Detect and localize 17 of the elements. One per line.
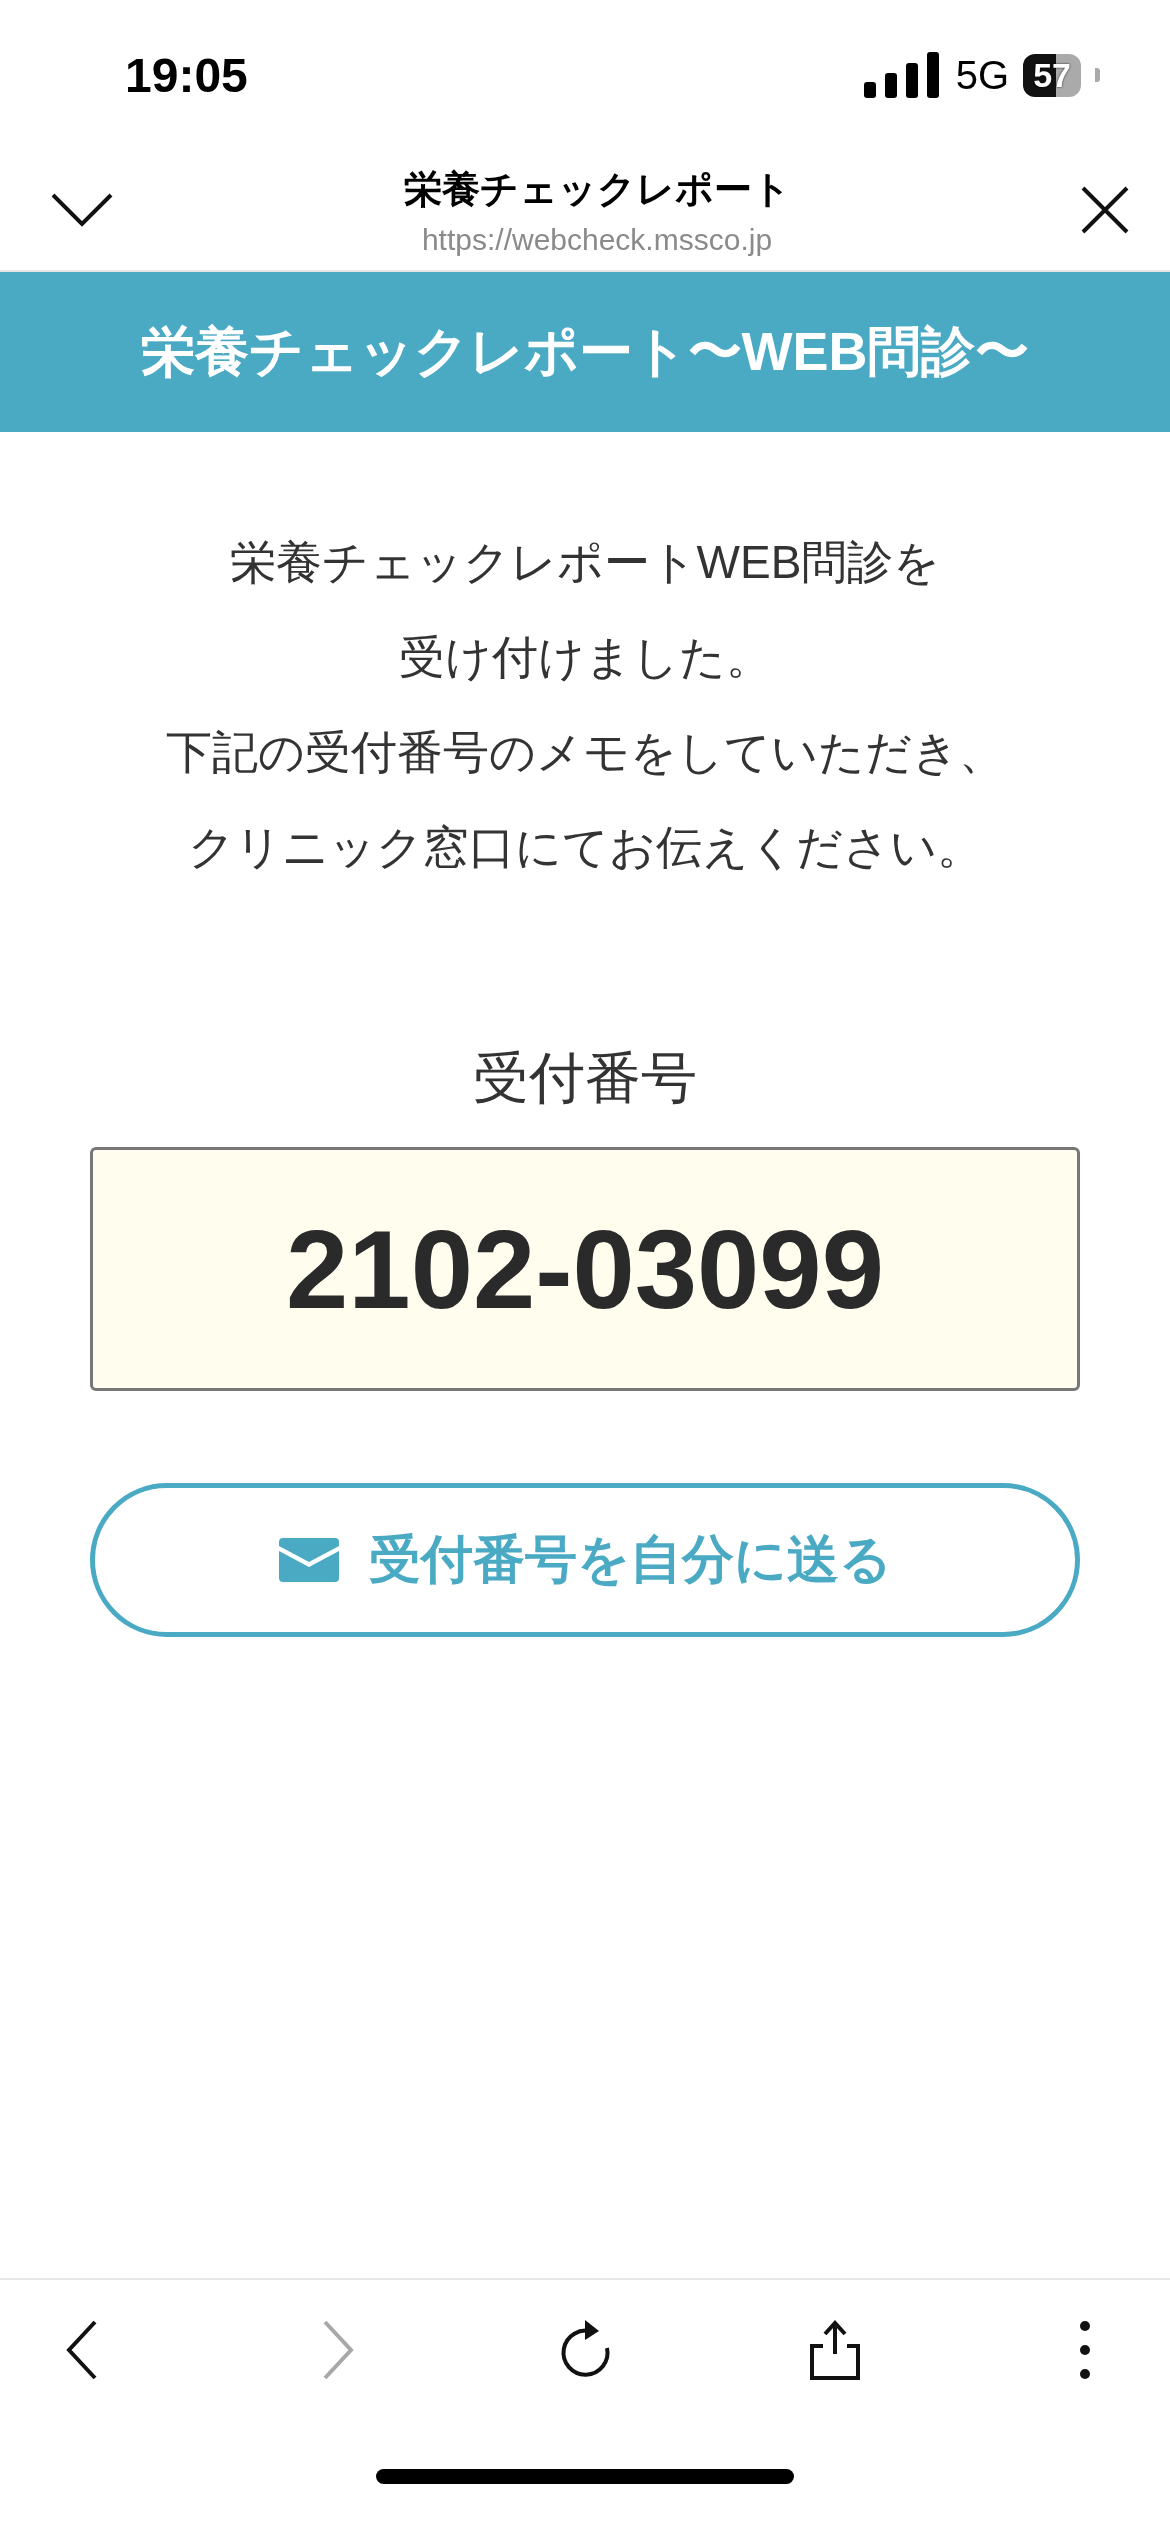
chevron-down-icon[interactable]: [50, 192, 114, 228]
network-label: 5G: [955, 52, 1010, 98]
page-title: 栄養チェックレポート: [403, 166, 791, 212]
banner-title: 栄養チェックレポート〜WEB問診〜: [140, 319, 1030, 383]
page-url: https://webcheck.mssco.jp: [421, 222, 773, 257]
close-icon[interactable]: [1080, 185, 1130, 235]
message-text: クリニック窓口にてお伝えください。: [187, 820, 983, 875]
battery-cap-icon: [1095, 68, 1100, 82]
reception-label: 受付番号: [473, 1045, 697, 1111]
message-text: 下記の受付番号のメモをしていただき、: [165, 725, 1005, 780]
message-text: 受け付けました。: [398, 630, 772, 685]
signal-icon: [863, 52, 942, 98]
message-text: 栄養チェックレポートWEB問診を: [229, 535, 941, 590]
send-button[interactable]: 受付番号を自分に送る: [90, 1483, 1080, 1637]
status-time: 19:05: [125, 47, 248, 103]
reception-number: 2102-03099: [90, 1147, 1080, 1391]
mail-icon: [278, 1538, 339, 1582]
